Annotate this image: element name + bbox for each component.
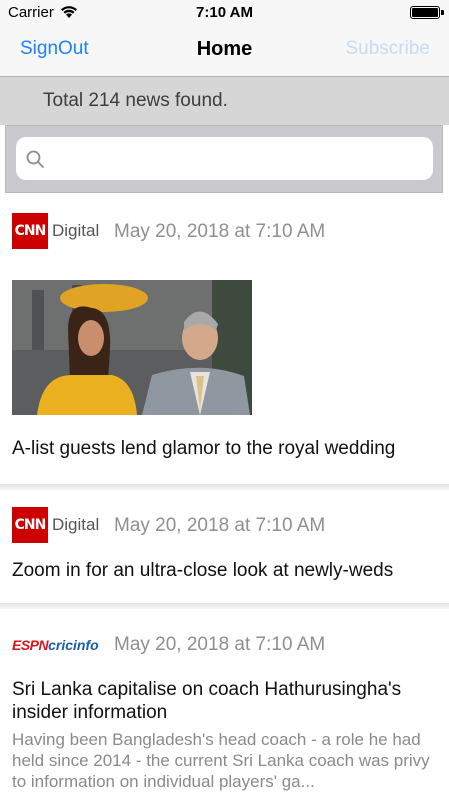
espn-brand: ESPN — [12, 637, 49, 653]
results-count-header: Total 214 news found. — [0, 77, 449, 125]
cnn-brand: CNN — [12, 507, 48, 543]
navigation-bar: SignOut Home Subscribe — [0, 26, 449, 77]
news-photo — [12, 280, 252, 415]
source-suffix: Digital — [52, 221, 100, 240]
news-card[interactable]: ESPN cricinfo May 20, 2018 at 7:10 AM Sr… — [0, 609, 449, 800]
status-time: 7:10 AM — [196, 4, 253, 21]
news-title[interactable]: Sri Lanka capitalise on coach Hathurusin… — [12, 678, 437, 724]
news-title[interactable]: Zoom in for an ultra-close look at newly… — [12, 559, 437, 582]
cnn-digital-logo: CNN Digital — [12, 507, 99, 543]
news-image[interactable] — [12, 280, 252, 415]
news-date: May 20, 2018 at 7:10 AM — [114, 221, 326, 242]
subscribe-button[interactable]: Subscribe — [346, 38, 431, 60]
search-bar — [5, 125, 443, 193]
news-title[interactable]: A-list guests lend glamor to the royal w… — [12, 437, 437, 460]
news-card[interactable]: CNN Digital May 20, 2018 at 7:10 AM Zoom… — [0, 490, 449, 603]
espn-cricinfo-logo: ESPN cricinfo — [12, 627, 99, 663]
status-bar: Carrier 7:10 AM — [0, 0, 449, 26]
search-input[interactable] — [16, 137, 433, 180]
news-summary: Having been Bangladesh's head coach - a … — [12, 730, 430, 791]
news-feed[interactable]: CNN Digital May 20, 2018 at 7:10 AM A-li… — [0, 199, 449, 800]
battery-tip — [441, 10, 444, 15]
source-suffix: Digital — [52, 515, 100, 534]
source-suffix: cricinfo — [48, 637, 99, 653]
news-date: May 20, 2018 at 7:10 AM — [114, 634, 326, 655]
results-count-text: Total 214 news found. — [43, 90, 228, 111]
cnn-digital-logo: CNN Digital — [12, 213, 99, 249]
battery-icon — [410, 6, 440, 19]
news-date: May 20, 2018 at 7:10 AM — [114, 515, 326, 536]
signout-button[interactable]: SignOut — [20, 38, 89, 60]
news-card[interactable]: CNN Digital May 20, 2018 at 7:10 AM A-li… — [0, 199, 449, 484]
cnn-brand: CNN — [12, 213, 48, 249]
search-icon — [26, 150, 44, 168]
